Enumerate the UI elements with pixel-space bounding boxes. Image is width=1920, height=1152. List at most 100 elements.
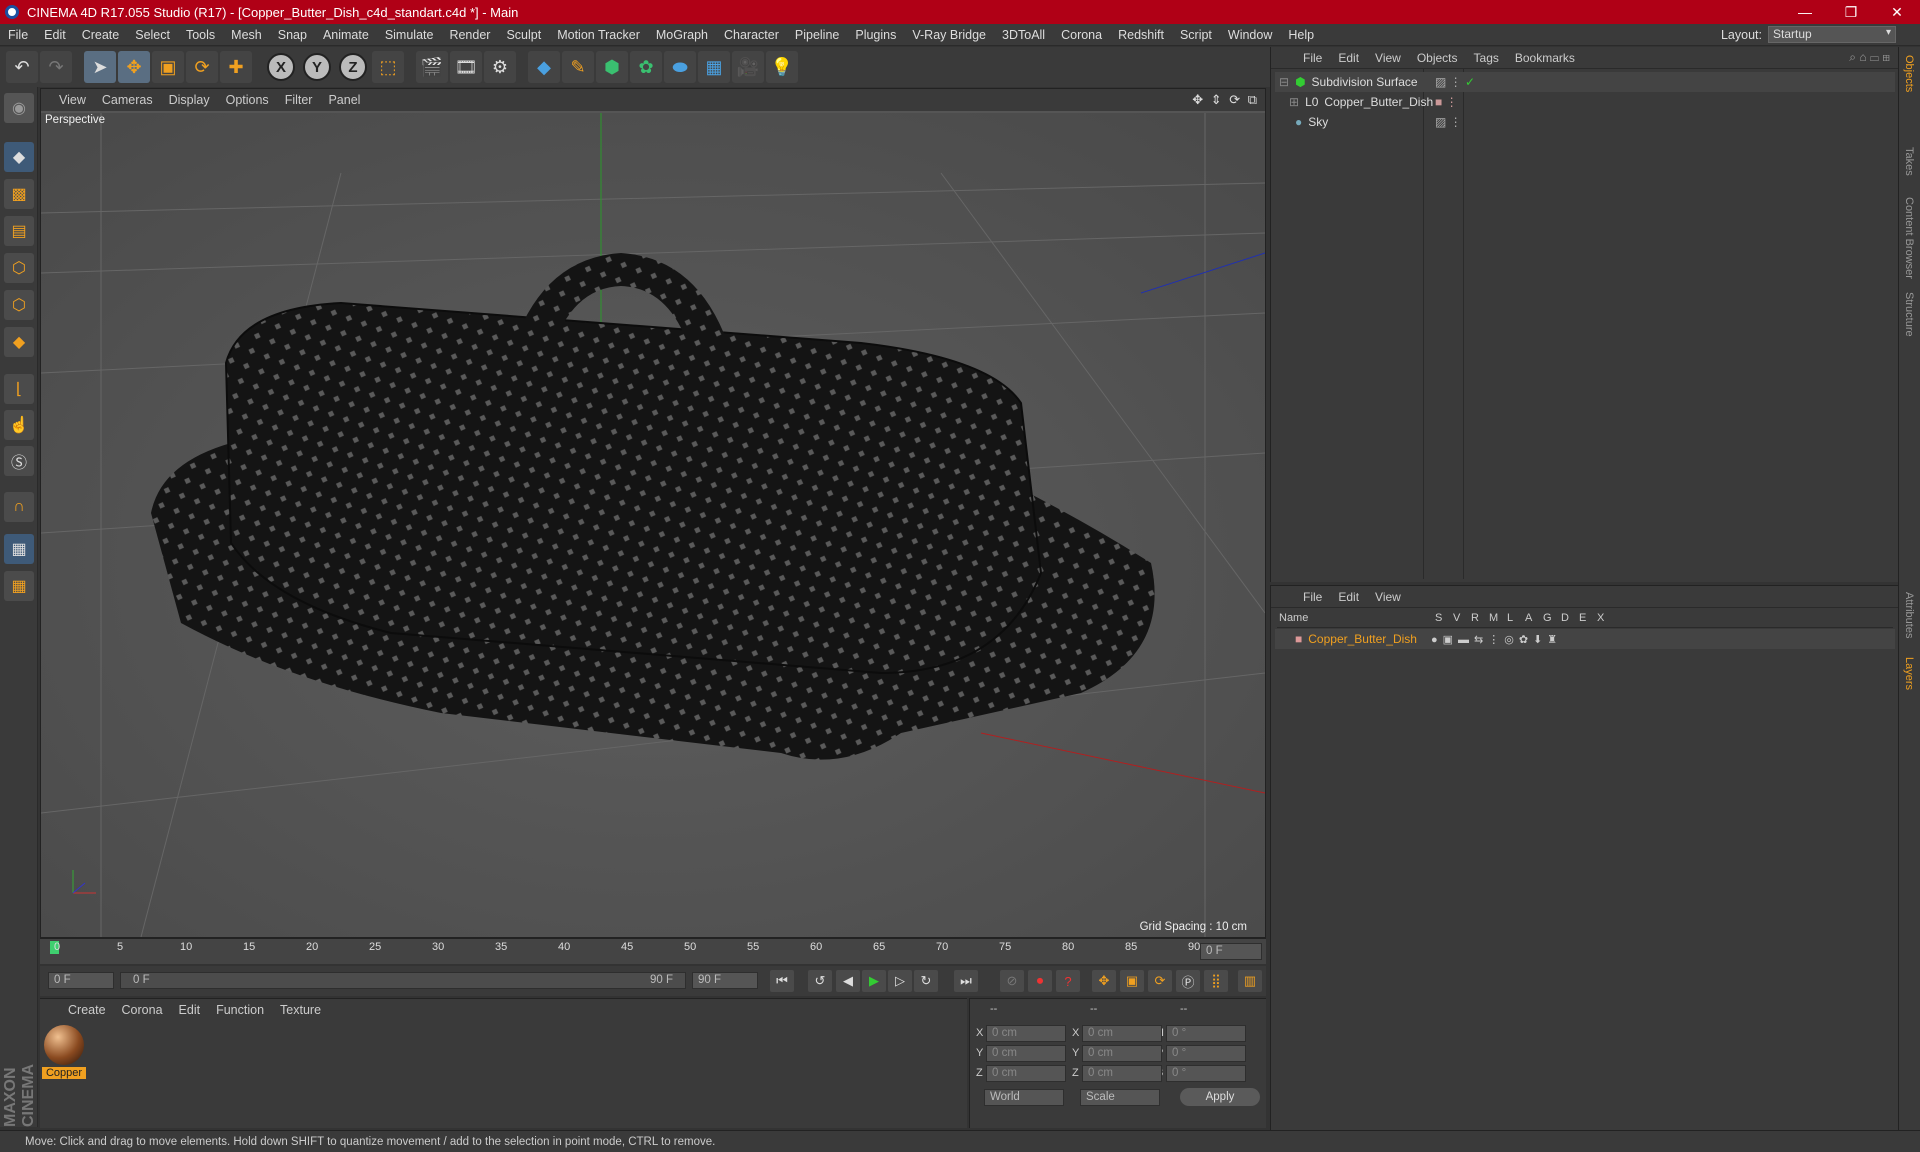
pen-spline-icon[interactable]: ✎ xyxy=(562,51,594,83)
menu-window[interactable]: Window xyxy=(1220,28,1280,42)
coord-position-field[interactable]: 0 cm xyxy=(986,1045,1066,1062)
viewport-menu-cameras[interactable]: Cameras xyxy=(94,93,161,107)
goto-start-icon[interactable]: ⏮ xyxy=(770,970,794,992)
tab-objects[interactable]: Objects xyxy=(1903,55,1915,92)
coord-position-field[interactable]: 0 cm xyxy=(986,1025,1066,1042)
menu-animate[interactable]: Animate xyxy=(315,28,377,42)
coord-rotation-field[interactable]: 0 ° xyxy=(1166,1065,1246,1082)
menu-mograph[interactable]: MoGraph xyxy=(648,28,716,42)
x-axis-lock-button[interactable]: X xyxy=(267,53,295,81)
material-menu-function[interactable]: Function xyxy=(208,1003,272,1017)
prev-frame-icon[interactable]: ◀ xyxy=(836,970,860,992)
menu-script[interactable]: Script xyxy=(1172,28,1220,42)
layer-menu-edit[interactable]: Edit xyxy=(1330,590,1367,604)
layer-col-header[interactable]: E xyxy=(1579,612,1586,624)
layer-col-header[interactable]: L xyxy=(1507,612,1513,624)
next-keyframe-icon[interactable]: ↻ xyxy=(914,970,938,992)
tab-structure[interactable]: Structure xyxy=(1903,292,1915,337)
menu-redshift[interactable]: Redshift xyxy=(1110,28,1172,42)
coord-mode-dropdown[interactable]: Scale xyxy=(1080,1089,1160,1106)
tab-attributes[interactable]: Attributes xyxy=(1903,592,1915,638)
subdivision-surface-icon[interactable]: ⬢ xyxy=(596,51,628,83)
end-frame-field[interactable]: 90 F xyxy=(692,972,758,989)
edges-mode-icon[interactable]: ⬡ xyxy=(4,290,34,320)
viewport-canvas[interactable] xyxy=(41,113,1265,937)
viewport-menu-display[interactable]: Display xyxy=(161,93,218,107)
viewport-menu-panel[interactable]: Panel xyxy=(320,93,368,107)
prev-keyframe-icon[interactable]: ↺ xyxy=(808,970,832,992)
goto-end-icon[interactable]: ⏭ xyxy=(954,970,978,992)
material-menu-edit[interactable]: Edit xyxy=(171,1003,209,1017)
collapse-icon[interactable]: ⊟ xyxy=(1279,75,1289,89)
object-name[interactable]: Subdivision Surface xyxy=(1312,75,1418,89)
menu-sculpt[interactable]: Sculpt xyxy=(498,28,549,42)
key-scale-icon[interactable]: ▣ xyxy=(1120,970,1144,992)
magnet-snap-icon[interactable]: ∩ xyxy=(4,492,34,522)
layer-col-header[interactable]: M xyxy=(1489,612,1498,624)
object-row-copper-butter-dish[interactable]: ⊞ L0 Copper_Butter_Dish ■ ⋮ xyxy=(1275,92,1895,112)
close-button[interactable]: ✕ xyxy=(1874,4,1920,21)
menu-help[interactable]: Help xyxy=(1280,28,1322,42)
obj-menu-file[interactable]: File xyxy=(1295,51,1330,65)
viewport-menu-options[interactable]: Options xyxy=(218,93,277,107)
points-mode-icon[interactable]: ⬡ xyxy=(4,253,34,283)
deformer-icon[interactable]: ⬬ xyxy=(664,51,696,83)
key-position-icon[interactable]: ✥ xyxy=(1092,970,1116,992)
material-menu-corona[interactable]: Corona xyxy=(114,1003,171,1017)
visibility-dots-icon[interactable]: ▨ ⋮ ✓ xyxy=(1435,75,1475,89)
render-settings-icon[interactable]: ⚙ xyxy=(484,51,516,83)
viewport-menu-view[interactable]: View xyxy=(51,93,94,107)
layer-col-header[interactable]: G xyxy=(1543,612,1552,624)
workplane-snap-icon[interactable]: ▦ xyxy=(4,571,34,601)
texture-mode-icon[interactable]: ▩ xyxy=(4,179,34,209)
layer-name[interactable]: Copper_Butter_Dish xyxy=(1308,632,1417,646)
scale-tool-icon[interactable]: ▣ xyxy=(152,51,184,83)
search-icon[interactable]: ⌕ ⌂ ▭ ⊞ xyxy=(1849,50,1890,65)
timeline-window-icon[interactable]: ▥ xyxy=(1238,970,1262,992)
render-picture-viewer-icon[interactable]: 🎞 xyxy=(450,51,482,83)
layer-tag-icon[interactable]: ■ ⋮ xyxy=(1435,95,1458,109)
autokey-icon[interactable]: ⏺ xyxy=(1028,970,1052,992)
object-name[interactable]: Copper_Butter_Dish xyxy=(1324,95,1433,109)
obj-menu-bookmarks[interactable]: Bookmarks xyxy=(1507,51,1583,65)
light-icon[interactable]: 💡 xyxy=(766,51,798,83)
start-frame-field[interactable]: 0 F xyxy=(48,972,114,989)
expand-icon[interactable]: ⊞ xyxy=(1289,95,1299,109)
menu-motion-tracker[interactable]: Motion Tracker xyxy=(549,28,648,42)
layout-dropdown[interactable]: Startup xyxy=(1768,26,1896,43)
y-axis-lock-button[interactable]: Y xyxy=(303,53,331,81)
menu-corona[interactable]: Corona xyxy=(1053,28,1110,42)
menu-select[interactable]: Select xyxy=(127,28,178,42)
record-keys-disabled-icon[interactable]: ⊘ xyxy=(1000,970,1024,992)
menu-simulate[interactable]: Simulate xyxy=(377,28,442,42)
menu-create[interactable]: Create xyxy=(74,28,128,42)
key-rotation-icon[interactable]: ⟳ xyxy=(1148,970,1172,992)
menu-mesh[interactable]: Mesh xyxy=(223,28,270,42)
menu-tools[interactable]: Tools xyxy=(178,28,223,42)
transform-tool-icon[interactable]: ✚ xyxy=(220,51,252,83)
coord-system-dropdown[interactable]: World xyxy=(984,1089,1064,1106)
obj-menu-edit[interactable]: Edit xyxy=(1330,51,1367,65)
menu-snap[interactable]: Snap xyxy=(270,28,315,42)
layer-menu-view[interactable]: View xyxy=(1367,590,1409,604)
play-icon[interactable]: ▶ xyxy=(862,970,886,992)
menu-vray-bridge[interactable]: V-Ray Bridge xyxy=(904,28,994,42)
keyframe-help-icon[interactable]: ? xyxy=(1056,970,1080,992)
object-row-sky[interactable]: ● Sky ▨ ⋮ xyxy=(1275,112,1895,132)
coord-size-field[interactable]: 0 cm xyxy=(1082,1025,1162,1042)
tab-layers[interactable]: Layers xyxy=(1903,657,1915,690)
menu-character[interactable]: Character xyxy=(716,28,787,42)
camera-icon[interactable]: 🎥 xyxy=(732,51,764,83)
coord-position-field[interactable]: 0 cm xyxy=(986,1065,1066,1082)
layer-col-header[interactable]: V xyxy=(1453,612,1460,624)
move-tool-icon[interactable]: ✥ xyxy=(118,51,150,83)
layer-menu-file[interactable]: File xyxy=(1295,590,1330,604)
render-view-icon[interactable]: 🎬 xyxy=(416,51,448,83)
coord-rotation-field[interactable]: 0 ° xyxy=(1166,1045,1246,1062)
tweak-mode-icon[interactable]: ☝ xyxy=(4,410,34,440)
workplane-mode-icon[interactable]: ▤ xyxy=(4,216,34,246)
frame-range-slider[interactable]: 0 F 90 F xyxy=(120,972,686,989)
z-axis-lock-button[interactable]: Z xyxy=(339,53,367,81)
material-copper[interactable]: Copper xyxy=(42,1025,86,1081)
mograph-cloner-icon[interactable]: ✿ xyxy=(630,51,662,83)
